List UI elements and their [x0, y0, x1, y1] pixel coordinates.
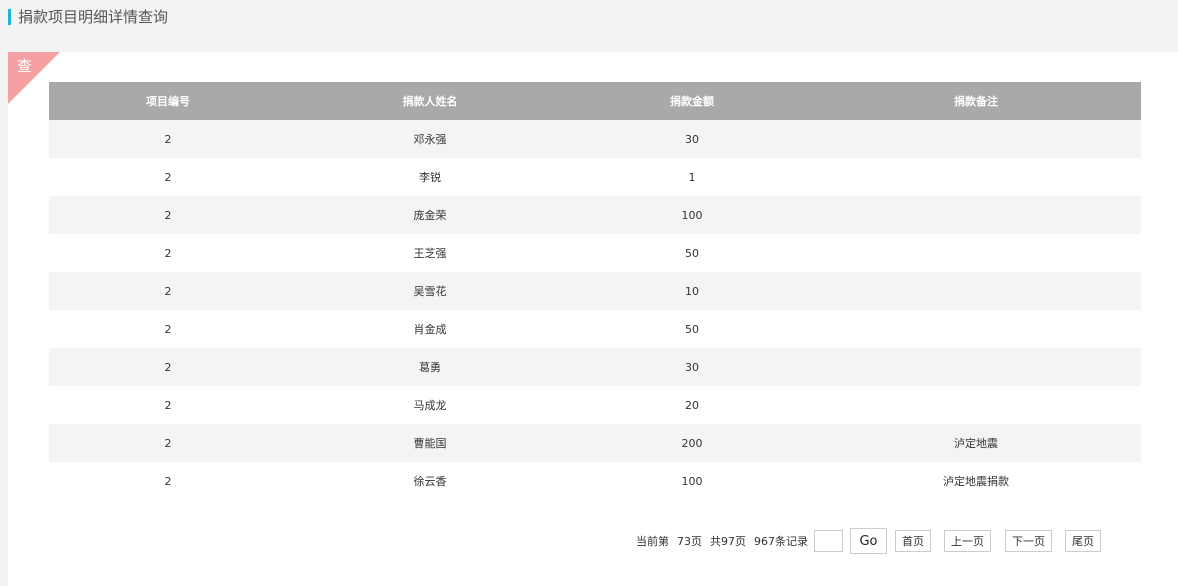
cell-donor-name: 曹能国 [287, 424, 573, 462]
pager-total-pages: 共97页 [710, 535, 746, 548]
cell-donor-name: 肖金成 [287, 310, 573, 348]
cell-amount: 100 [573, 196, 811, 234]
table-row: 2 吴雪花 10 [49, 272, 1141, 310]
query-corner-tag-label: 查 [17, 57, 33, 75]
cell-donor-name: 邓永强 [287, 120, 573, 158]
cell-project-id: 2 [49, 234, 287, 272]
cell-amount: 50 [573, 234, 811, 272]
pager-current-page: 73页 [677, 535, 702, 548]
table-row: 2 李锐 1 [49, 158, 1141, 196]
prev-page-button[interactable]: 上一页 [944, 530, 991, 552]
cell-project-id: 2 [49, 120, 287, 158]
cell-remark [811, 120, 1141, 158]
cell-project-id: 2 [49, 272, 287, 310]
cell-donor-name: 徐云香 [287, 462, 573, 500]
cell-amount: 100 [573, 462, 811, 500]
next-page-button[interactable]: 下一页 [1005, 530, 1052, 552]
content-panel: 查 项目编号 捐款人姓名 捐款金额 捐款备注 2 邓永强 30 2 李锐 1 2… [8, 52, 1178, 586]
cell-amount: 30 [573, 120, 811, 158]
page-title: 捐款项目明细详情查询 [18, 8, 169, 26]
table-row: 2 马成龙 20 [49, 386, 1141, 424]
table-header-row: 项目编号 捐款人姓名 捐款金额 捐款备注 [49, 82, 1141, 120]
cell-donor-name: 王芝强 [287, 234, 573, 272]
cell-donor-name: 吴雪花 [287, 272, 573, 310]
cell-remark [811, 310, 1141, 348]
table-row: 2 庞金荣 100 [49, 196, 1141, 234]
cell-donor-name: 葛勇 [287, 348, 573, 386]
cell-remark [811, 272, 1141, 310]
cell-remark [811, 386, 1141, 424]
page-number-input[interactable] [814, 530, 843, 552]
cell-amount: 1 [573, 158, 811, 196]
table-row: 2 肖金成 50 [49, 310, 1141, 348]
cell-donor-name: 庞金荣 [287, 196, 573, 234]
pagination: 当前第 73页 共97页 967条记录 Go 首页 上一页 下一页 尾页 [636, 528, 1101, 554]
table-row: 2 徐云香 100 泸定地震捐款 [49, 462, 1141, 500]
header-accent-bar [8, 9, 11, 25]
cell-amount: 50 [573, 310, 811, 348]
column-header-remark: 捐款备注 [811, 82, 1141, 120]
table-row: 2 曹能国 200 泸定地震 [49, 424, 1141, 462]
cell-remark [811, 196, 1141, 234]
cell-project-id: 2 [49, 196, 287, 234]
cell-project-id: 2 [49, 424, 287, 462]
cell-remark [811, 158, 1141, 196]
column-header-project-id: 项目编号 [49, 82, 287, 120]
table-row: 2 王芝强 50 [49, 234, 1141, 272]
cell-project-id: 2 [49, 386, 287, 424]
cell-project-id: 2 [49, 310, 287, 348]
cell-donor-name: 马成龙 [287, 386, 573, 424]
cell-amount: 200 [573, 424, 811, 462]
donation-details-table: 项目编号 捐款人姓名 捐款金额 捐款备注 2 邓永强 30 2 李锐 1 2 庞… [49, 82, 1141, 500]
cell-amount: 30 [573, 348, 811, 386]
last-page-button[interactable]: 尾页 [1065, 530, 1101, 552]
cell-project-id: 2 [49, 158, 287, 196]
first-page-button[interactable]: 首页 [895, 530, 931, 552]
column-header-donor-name: 捐款人姓名 [287, 82, 573, 120]
cell-project-id: 2 [49, 462, 287, 500]
cell-remark: 泸定地震捐款 [811, 462, 1141, 500]
cell-remark: 泸定地震 [811, 424, 1141, 462]
cell-remark [811, 234, 1141, 272]
table-row: 2 葛勇 30 [49, 348, 1141, 386]
pager-total-records: 967条记录 [754, 535, 808, 548]
cell-remark [811, 348, 1141, 386]
table-row: 2 邓永强 30 [49, 120, 1141, 158]
go-button[interactable]: Go [850, 528, 887, 554]
pager-current-label: 当前第 [636, 535, 669, 548]
column-header-amount: 捐款金额 [573, 82, 811, 120]
cell-donor-name: 李锐 [287, 158, 573, 196]
cell-amount: 20 [573, 386, 811, 424]
cell-amount: 10 [573, 272, 811, 310]
page-header: 捐款项目明细详情查询 [0, 0, 1178, 52]
cell-project-id: 2 [49, 348, 287, 386]
